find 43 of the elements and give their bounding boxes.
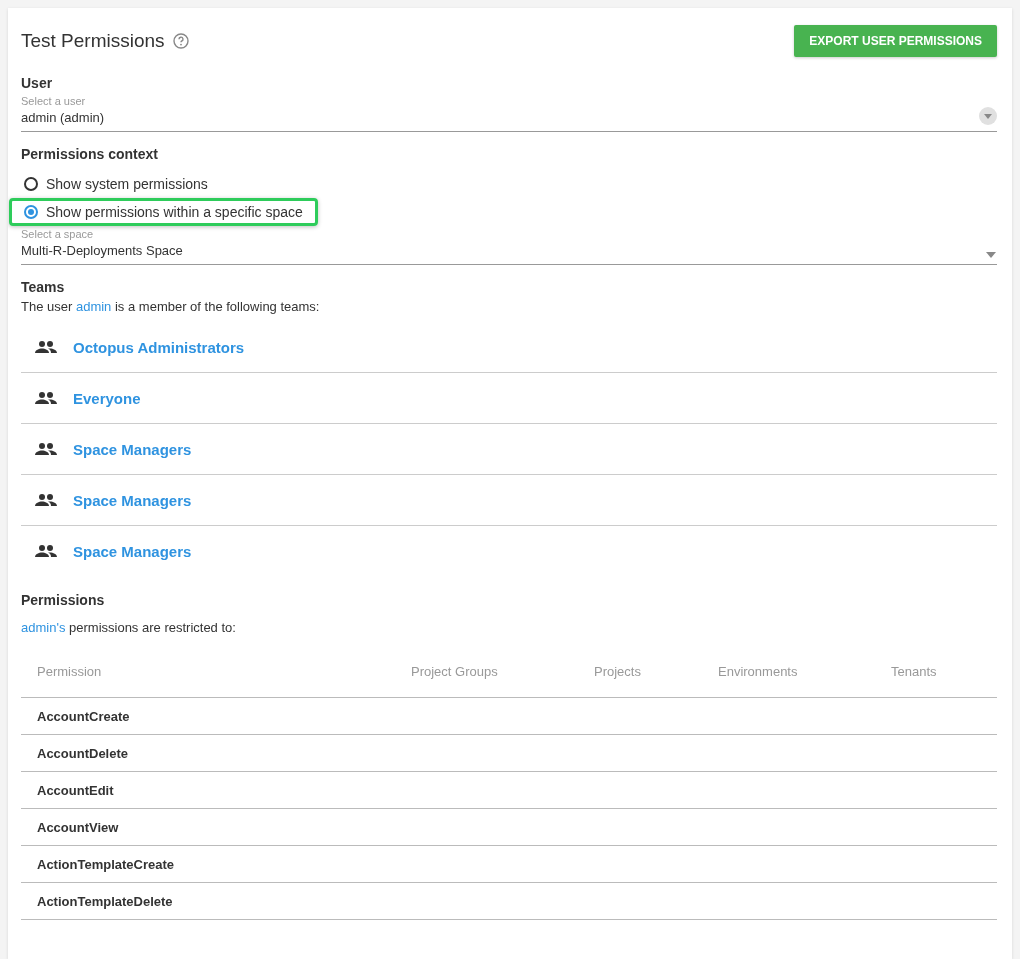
section-heading: Permissions — [21, 592, 106, 608]
team-link[interactable]: Space Managers — [73, 542, 192, 560]
column-header: Environments — [717, 663, 799, 679]
dropdown-arrow-icon[interactable] — [985, 252, 997, 258]
teams-intro-text: The user admin is a member of the following teams: — [21, 299, 321, 314]
table-cell-text: ActionTemplateCreate — [36, 856, 175, 872]
highlighted-radio-option[interactable]: Show permissions within a specific space — [9, 198, 318, 226]
user-link[interactable]: admin's — [21, 620, 66, 635]
column-header: Tenants — [890, 663, 938, 679]
user-link[interactable]: admin — [75, 299, 112, 314]
people-icon — [35, 341, 57, 353]
field-value: admin (admin) — [21, 110, 105, 125]
table-cell-text: AccountCreate — [36, 708, 131, 724]
field-label: Select a space — [21, 228, 95, 240]
people-icon — [35, 443, 57, 455]
field-label: Select a user — [21, 95, 87, 107]
table-cell-text: ActionTemplateDelete — [36, 893, 174, 909]
column-header: Projects — [593, 663, 642, 679]
page-title: Test Permissions — [21, 30, 165, 52]
section-heading: Permissions context — [21, 146, 159, 162]
export-button[interactable]: EXPORT USER PERMISSIONS — [794, 25, 997, 57]
people-icon — [35, 545, 57, 557]
section-heading: Teams — [21, 279, 66, 295]
people-icon — [35, 494, 57, 506]
space-select[interactable]: Select a space Multi-R-Deployments Space — [21, 228, 997, 265]
help-icon[interactable] — [172, 33, 189, 49]
section-heading: User — [21, 75, 54, 91]
table-cell-text: AccountEdit — [36, 782, 115, 798]
user-select[interactable]: Select a user admin (admin) — [21, 95, 997, 132]
team-link[interactable]: Space Managers — [73, 440, 192, 458]
team-link[interactable]: Space Managers — [73, 491, 192, 509]
table-cell-text: AccountView — [36, 819, 120, 835]
team-link[interactable]: Everyone — [73, 389, 141, 407]
permissions-intro-text: admin's permissions are restricted to: — [21, 620, 237, 635]
column-header: Permission — [36, 663, 103, 679]
team-link[interactable]: Octopus Administrators — [73, 338, 245, 356]
field-value: Multi-R-Deployments Space — [21, 243, 183, 258]
people-icon — [35, 392, 57, 404]
radio-button[interactable] — [24, 205, 38, 219]
table-cell-text: AccountDelete — [36, 745, 130, 761]
radio-button[interactable] — [24, 177, 38, 191]
radio-option[interactable]: Show system permissions — [9, 170, 223, 198]
column-header: Project Groups — [410, 663, 499, 679]
